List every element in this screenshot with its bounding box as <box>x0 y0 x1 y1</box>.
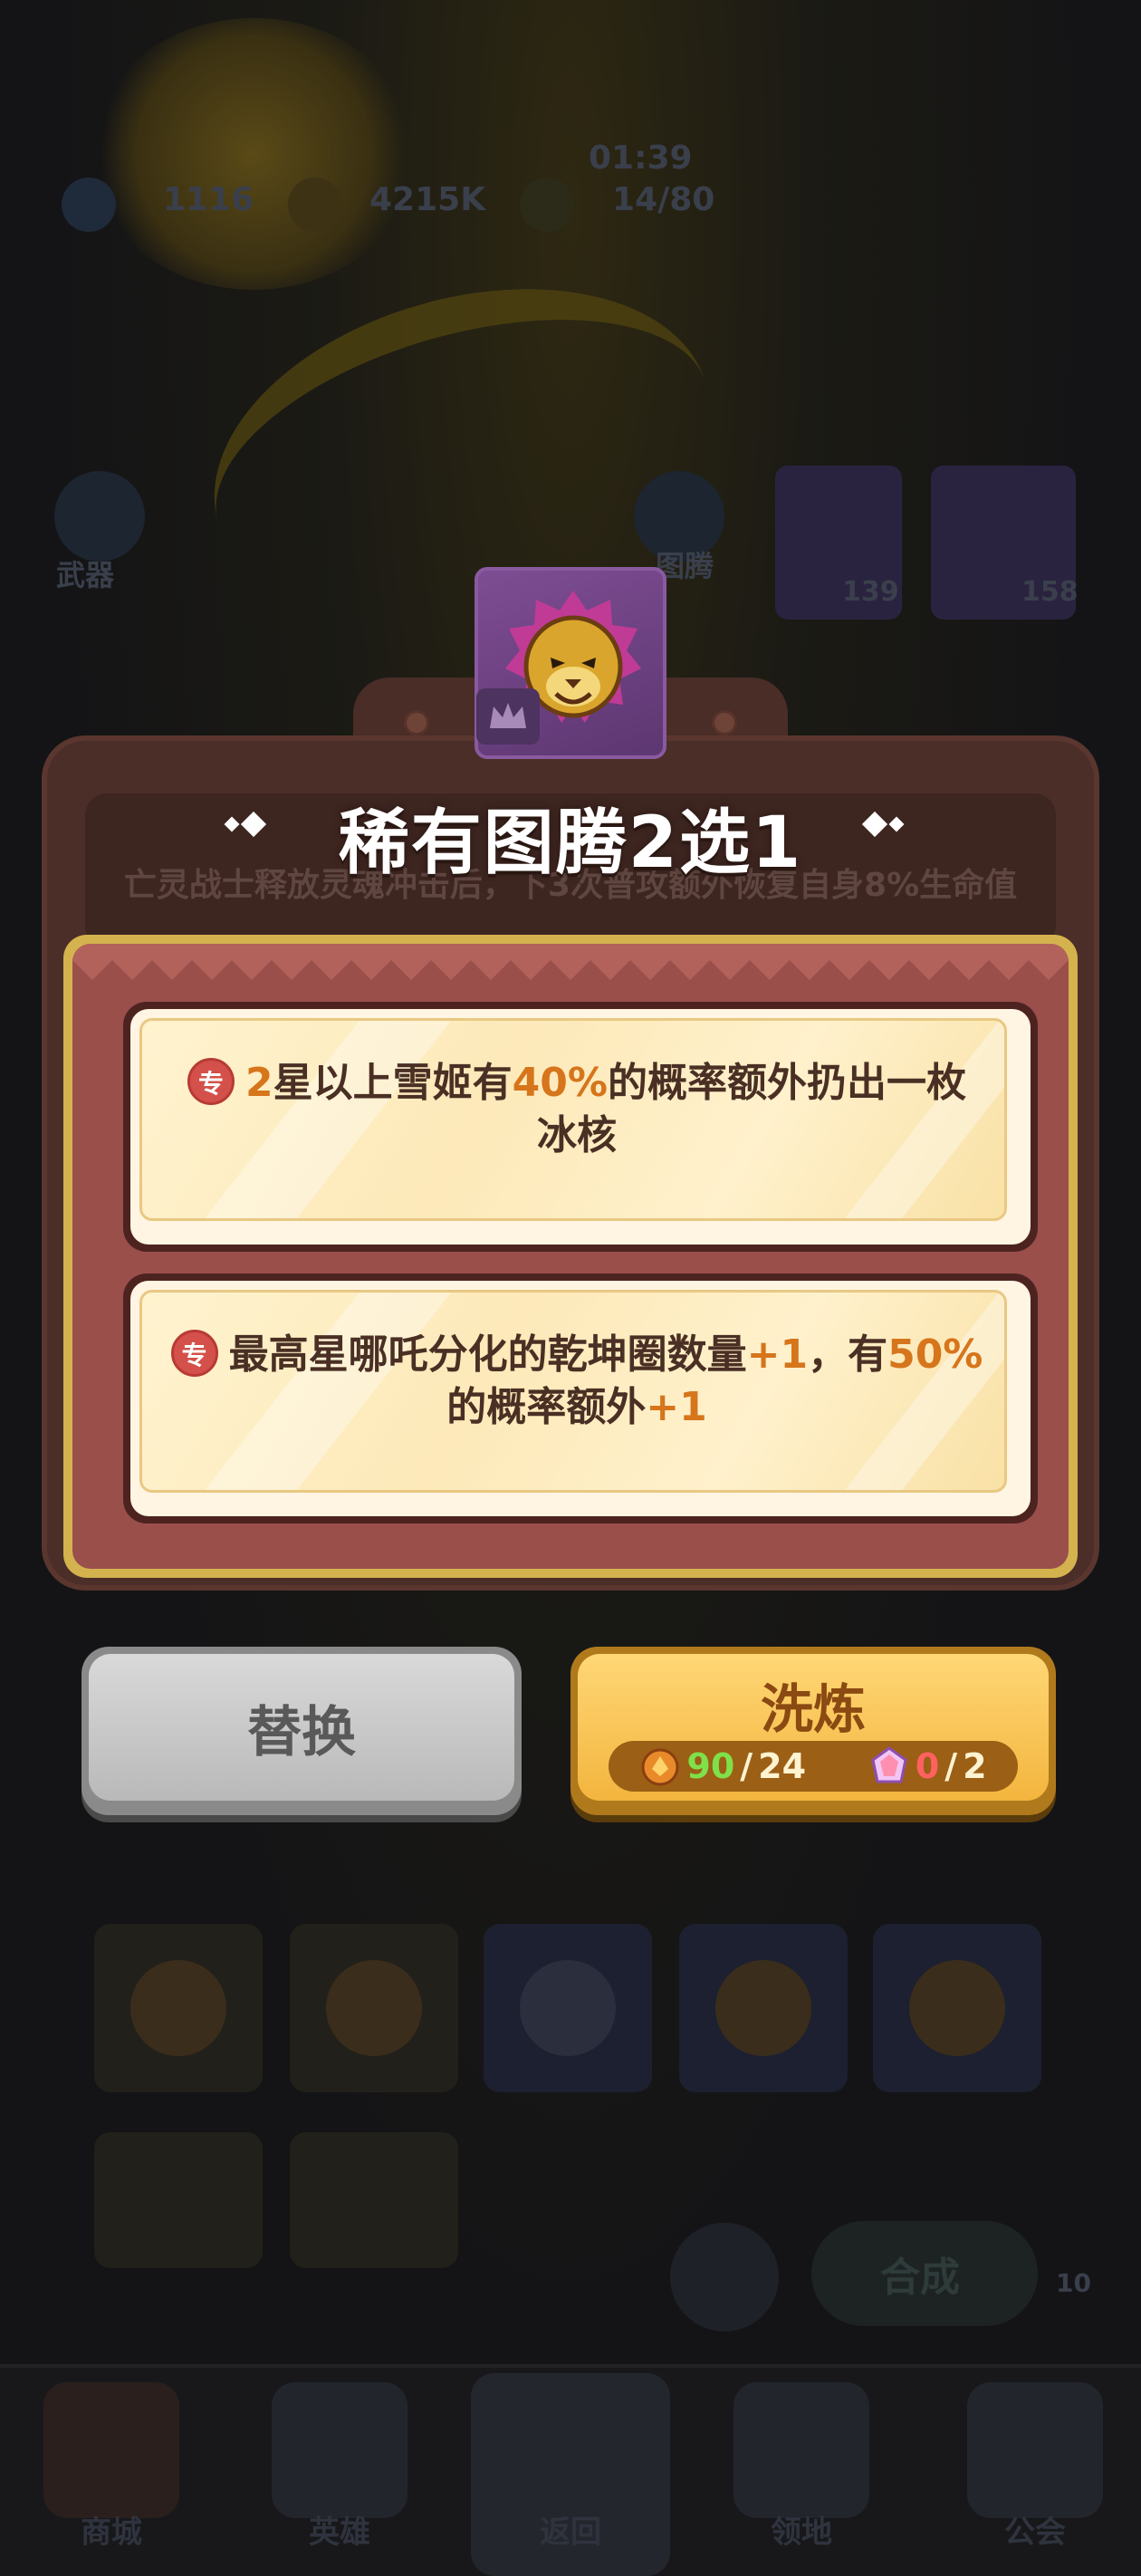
option-text-segment: 的概率额外 <box>446 1384 647 1430</box>
refine-button-label: 洗炼 <box>760 1678 866 1740</box>
wave-count: 14/80 <box>612 181 715 218</box>
synthesize-label: 合成 <box>880 2254 960 2301</box>
crown-icon <box>476 688 540 745</box>
nav-hero-label: 英雄 <box>309 2514 370 2551</box>
hero-card-count: 158 <box>1021 576 1079 608</box>
gem-count: 1116 <box>163 181 254 218</box>
option-text: 专 2星以上雪姬有40%的概率额外扔出一枚冰核 <box>169 1057 984 1162</box>
hero-tile <box>679 1924 848 2092</box>
nav-territory-label: 领地 <box>771 2514 832 2551</box>
frame-stud <box>712 710 737 735</box>
option-text: 专最高星哪吒分化的乾坤圈数量+1，有50%的概率额外+1 <box>169 1329 984 1434</box>
highlight-value: 2 <box>245 1060 273 1106</box>
wave-icon <box>520 178 574 232</box>
panel-zigzag <box>72 944 1069 980</box>
exclusive-tag-icon: 专 <box>187 1058 235 1105</box>
crystal-need: 2 <box>963 1746 987 1786</box>
nav-territory-icon <box>734 2382 869 2518</box>
boss-glow <box>91 18 417 290</box>
synthesize-badge: 10 <box>1056 2268 1091 2298</box>
highlight-value: 40% <box>512 1060 608 1106</box>
hero-tile <box>873 1924 1041 2092</box>
replace-button-label: 替换 <box>247 1700 356 1764</box>
nav-hero-icon <box>272 2382 408 2518</box>
option-card-1[interactable]: 专 2星以上雪姬有40%的概率额外扔出一枚冰核 <box>123 1002 1038 1252</box>
hero-tile <box>94 2132 263 2268</box>
options-panel: 专 2星以上雪姬有40%的概率额外扔出一枚冰核 专最高星哪吒分化的乾坤圈数量+1，… <box>63 935 1078 1578</box>
option-text-segment: 星以上雪姬有 <box>273 1060 513 1106</box>
nav-guild-icon <box>967 2382 1103 2518</box>
refine-button[interactable]: 洗炼 90/24 0/2 <box>570 1647 1056 1815</box>
hero-tile <box>94 1924 263 2092</box>
highlight-value: 50% <box>887 1331 983 1378</box>
title-ornament-right <box>861 811 905 838</box>
ore-have: 90 <box>686 1746 735 1786</box>
gold-icon <box>288 178 342 232</box>
refine-cost-bar: 90/24 0/2 <box>609 1741 1018 1792</box>
ore-cost: 90/24 <box>639 1745 806 1787</box>
option-card-2[interactable]: 专最高星哪吒分化的乾坤圈数量+1，有50%的概率额外+1 <box>123 1274 1038 1523</box>
crystal-have: 0 <box>915 1746 940 1786</box>
hero-card-count: 139 <box>842 576 899 608</box>
crystal-icon <box>871 1746 907 1783</box>
replace-button[interactable]: 替换 <box>82 1647 522 1815</box>
nav-shop-icon <box>43 2382 179 2518</box>
option-text-segment: ，有 <box>808 1331 888 1378</box>
weapon-label: 武器 <box>56 558 115 592</box>
nav-shop-label: 商城 <box>81 2514 142 2551</box>
ore-icon <box>641 1748 679 1786</box>
frame-stud <box>404 710 429 735</box>
hero-tile <box>290 1924 458 2092</box>
exclusive-tag-icon: 专 <box>170 1330 218 1377</box>
highlight-value: +1 <box>746 1331 809 1378</box>
ore-need: 24 <box>758 1746 807 1786</box>
highlight-value: +1 <box>646 1384 707 1430</box>
nav-return-label: 返回 <box>540 2514 601 2551</box>
nav-guild-label: 公会 <box>1004 2514 1066 2551</box>
hero-tile <box>484 1924 652 2092</box>
weapon-slot-icon <box>54 471 145 562</box>
dialog-title: 稀有图腾2选1 <box>338 803 803 884</box>
gem-icon <box>62 178 116 232</box>
hero-tile <box>290 2132 458 2268</box>
crown-button <box>670 2223 779 2331</box>
crystal-cost: 0/2 <box>868 1745 987 1787</box>
option-text-segment: 最高星哪吒分化的乾坤圈数量 <box>228 1331 747 1378</box>
gold-count: 4215K <box>369 181 486 218</box>
timer: 01:39 <box>589 139 693 177</box>
